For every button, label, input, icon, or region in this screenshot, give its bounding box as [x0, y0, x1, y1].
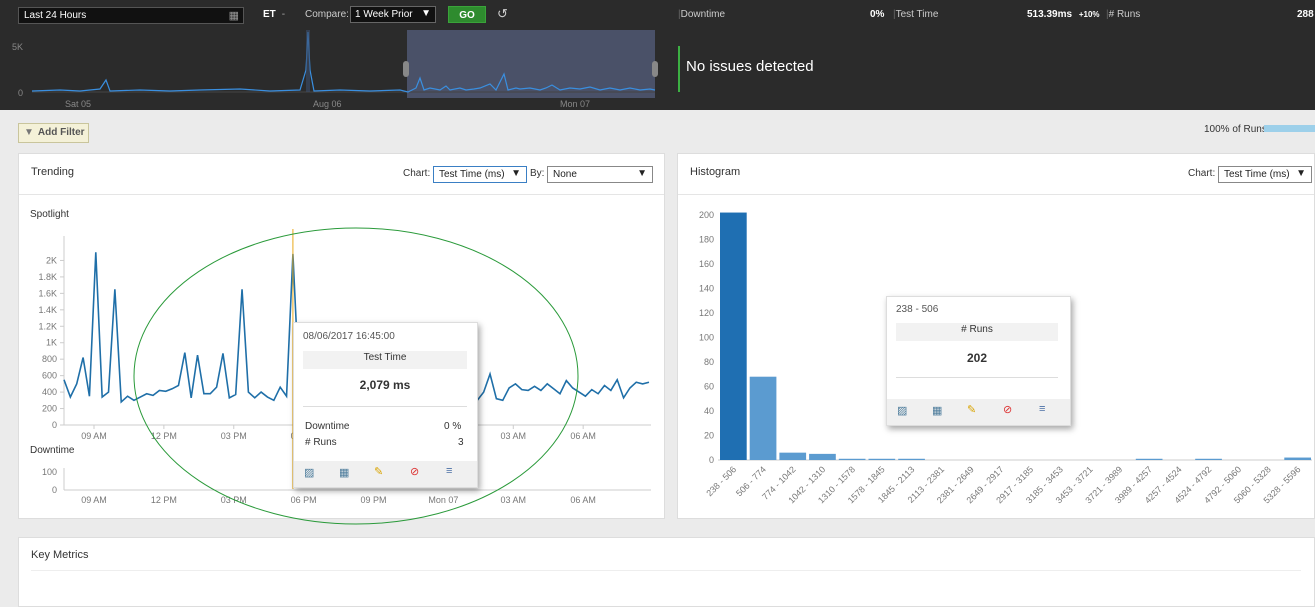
y-tick-label: 2K: [46, 255, 57, 265]
status-message: No issues detected: [686, 58, 814, 75]
chevron-down-icon: -: [281, 9, 286, 20]
range-handle-left[interactable]: [403, 61, 409, 77]
y-tick-label: 200: [699, 210, 714, 220]
histogram-bar: [1135, 458, 1163, 460]
time-range-picker[interactable]: Last 24 Hours ▦: [18, 7, 244, 24]
add-filter-button[interactable]: ▼ Add Filter: [18, 123, 89, 143]
top-bar: Last 24 Hours ▦ ET - Compare: 1 Week Prio…: [0, 0, 1315, 110]
y-tick-label: 80: [704, 357, 714, 367]
downtime-y-tick-label: 100: [42, 467, 57, 477]
y-tick-label: 200: [42, 404, 57, 414]
key-metrics-divider: [31, 570, 1301, 571]
y-tick-label: 180: [699, 235, 714, 245]
downtime-stat: |Downtime: [678, 9, 726, 20]
overview-x-label: Mon 07: [560, 99, 590, 109]
x-tick-label: 238 - 506: [704, 464, 738, 498]
histogram-bar: [720, 212, 747, 460]
y-tick-label: 0: [52, 420, 57, 430]
overview-timeline[interactable]: 5K 0 Sat 05 Aug 06 Mon 07: [0, 30, 666, 110]
test-time-stat-value-wrap: 513.39ms +10%: [1027, 9, 1100, 20]
key-metrics-title: Key Metrics: [31, 549, 89, 561]
status-indicator-bar: [678, 46, 680, 92]
runs-stat: |# Runs: [1106, 9, 1141, 20]
y-tick-label: 1.8K: [38, 272, 57, 282]
hist-tooltip: 238 - 506 # Runs 202 ▨ ▦ ✎ ⊘ ≡: [886, 296, 1071, 426]
hist-tooltip-range: 238 - 506: [896, 304, 939, 315]
hist-tooltip-metric-label: # Runs: [896, 323, 1058, 341]
overview-x-label: Aug 06: [313, 99, 342, 109]
compare-value: 1 Week Prior: [355, 9, 413, 20]
y-tick-label: 600: [42, 371, 57, 381]
details-icon[interactable]: ≡: [1039, 403, 1045, 415]
y-tick-label: 800: [42, 354, 57, 364]
tooltip-actions: ▨ ▦ ✎ ⊘ ≡: [887, 399, 1070, 425]
annotation-ellipse: [133, 227, 579, 525]
histogram-bar: [1284, 457, 1311, 460]
test-time-delta: +10%: [1078, 10, 1100, 19]
error-icon[interactable]: ⊘: [1003, 403, 1012, 416]
test-time-stat: |Test Time: [893, 9, 939, 20]
y-tick-label: 140: [699, 284, 714, 294]
tooltip-divider: [896, 377, 1058, 378]
hist-tooltip-metric-value: 202: [966, 351, 988, 365]
y-tick-label: 1K: [46, 338, 57, 348]
histogram-bar: [898, 458, 925, 460]
highlight-icon[interactable]: ✎: [967, 403, 976, 416]
runs-stat-label: # Runs: [1108, 9, 1141, 20]
timezone-selector[interactable]: ET -: [263, 9, 285, 20]
go-button[interactable]: GO: [448, 6, 486, 23]
downtime-stat-value-wrap: 0%: [870, 9, 884, 20]
key-metrics-panel: Key Metrics: [18, 537, 1315, 607]
runs-percentage-bar: [1264, 125, 1315, 132]
y-tick-label: 1.4K: [38, 305, 57, 315]
y-tick-label: 1.2K: [38, 321, 57, 331]
histogram-bar: [779, 452, 807, 460]
reset-icon[interactable]: ↺: [497, 6, 508, 22]
caret-down-icon: ▼: [421, 8, 431, 19]
histogram-bar: [809, 453, 836, 460]
compare-label: Compare:: [305, 9, 349, 20]
histogram-bar: [838, 458, 866, 460]
y-tick-label: 20: [704, 431, 714, 441]
y-tick-label: 1.6K: [38, 288, 57, 298]
downtime-x-tick-label: 09 AM: [81, 495, 107, 505]
filter-icon: ▼: [24, 127, 34, 138]
y-tick-label: 100: [699, 333, 714, 343]
y-tick-label: 0: [709, 455, 714, 465]
overview-y-label-zero: 0: [18, 88, 23, 98]
calendar-icon[interactable]: ▦: [229, 9, 239, 22]
y-tick-label: 160: [699, 259, 714, 269]
histogram-bar: [1195, 458, 1222, 460]
histogram-bar: [868, 458, 896, 460]
compare-select[interactable]: 1 Week Prior ▼: [350, 6, 436, 23]
overview-x-label: Sat 05: [65, 99, 91, 109]
timezone-value: ET: [263, 9, 276, 20]
y-tick-label: 60: [704, 382, 714, 392]
chart-view-icon[interactable]: ▨: [897, 404, 907, 417]
range-handle-right[interactable]: [652, 61, 658, 77]
y-tick-label: 400: [42, 387, 57, 397]
y-tick-label: 40: [704, 406, 714, 416]
downtime-stat-value: 0%: [870, 9, 885, 20]
overview-chart: 5K 0 Sat 05 Aug 06 Mon 07: [12, 30, 658, 109]
waterfall-icon[interactable]: ▦: [932, 404, 942, 417]
runs-stat-value-wrap: 288: [1297, 9, 1314, 20]
runs-percentage-label: 100% of Runs:: [1204, 124, 1270, 135]
time-range-value: Last 24 Hours: [24, 10, 87, 21]
runs-stat-value: 288: [1297, 9, 1314, 20]
downtime-y-tick-label: 0: [52, 485, 57, 495]
downtime-stat-label: Downtime: [680, 9, 726, 20]
y-tick-label: 120: [699, 308, 714, 318]
test-time-stat-label: Test Time: [895, 9, 939, 20]
x-tick-label: 09 AM: [81, 431, 107, 441]
test-time-stat-value: 513.39ms: [1027, 9, 1073, 20]
histogram-bar: [749, 376, 777, 460]
add-filter-label: Add Filter: [37, 127, 85, 138]
overview-y-label-top: 5K: [12, 42, 23, 52]
